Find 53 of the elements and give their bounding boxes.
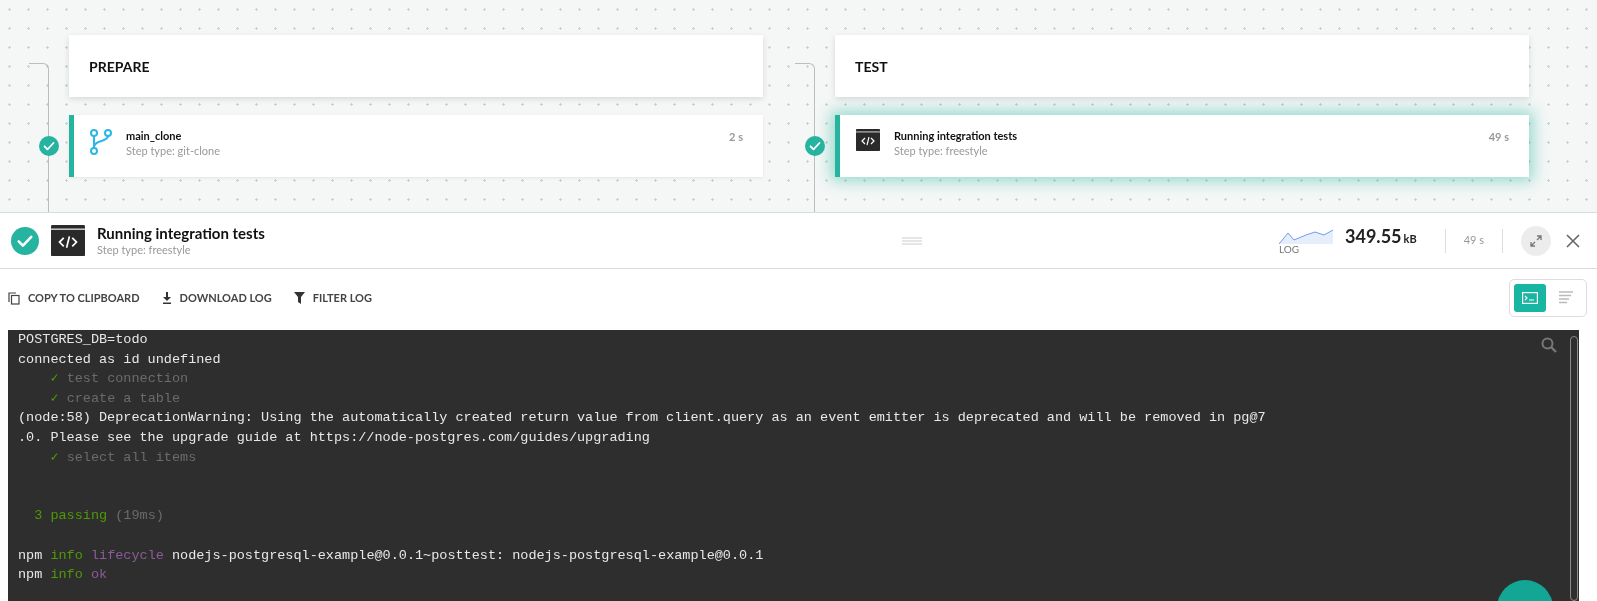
log-text: create a table: [65, 390, 181, 406]
toolbar-button[interactable]: DOWNLOAD LOG: [161, 289, 272, 307]
duration: 49 s: [1462, 232, 1485, 249]
step-duration: 49 s: [1488, 129, 1509, 145]
terminal-icon: [1522, 292, 1538, 304]
download-icon: [161, 292, 172, 304]
log-text: nodejs-postgresql-example@0.0.1~posttest: nodejs-postgresql-example@0.0.1: [170, 547, 764, 563]
log-text: test connection: [65, 371, 189, 387]
log-text: npm: [18, 547, 43, 563]
log-text: .0. Please see the upgrade guide at https://node-postgres.com/guides/upgrading: [18, 429, 650, 445]
log-text: (19ms): [114, 508, 164, 524]
expand-button[interactable]: [1521, 225, 1551, 256]
step-card[interactable]: main_clone Step type: git-clone 2 s: [69, 115, 763, 177]
log-text: info: [49, 547, 83, 563]
drag-handle-icon[interactable]: [901, 236, 922, 245]
step-title: Running integration tests: [97, 223, 265, 242]
text-lines-icon: [1559, 291, 1573, 305]
copy-icon: [8, 291, 20, 305]
filter-icon: [293, 292, 305, 304]
log-text: select all items: [65, 449, 197, 465]
step-type: Step type: git-clone: [126, 143, 221, 159]
log-text: npm: [18, 567, 43, 583]
log-text: 3 passing: [33, 508, 108, 524]
view-toggle-button[interactable]: [1514, 284, 1546, 312]
step-type: Step type: freestyle: [97, 242, 192, 258]
log-text: POSTGRES_DB=todo: [18, 332, 148, 347]
log-text: ✓: [49, 390, 59, 406]
log-text: lifecycle: [89, 547, 164, 563]
step-name: main_clone: [126, 129, 183, 143]
code-window-icon: [856, 129, 880, 152]
log-text: ✓: [49, 449, 59, 465]
log-size: 349.55: [1345, 224, 1402, 249]
log-label: LOG: [1279, 243, 1300, 254]
log-text: info: [49, 567, 83, 583]
sparkline-drawing: [1279, 227, 1334, 244]
log-text: connected as id undefined: [18, 351, 221, 367]
close-icon: [1566, 233, 1580, 248]
stage-title: TEST: [855, 56, 888, 77]
expand-icon: [1530, 234, 1542, 247]
toolbar-button[interactable]: FILTER LOG: [293, 289, 372, 307]
log-size-unit: kB: [1403, 231, 1417, 247]
branch-icon: [90, 129, 112, 155]
step-type: Step type: freestyle: [894, 143, 989, 159]
step-duration: 2 s: [729, 129, 743, 145]
stage-title: PREPARE: [89, 56, 150, 77]
log-text: ✓: [49, 371, 59, 387]
step-card[interactable]: Running integration tests Step type: freestyle 49 s: [835, 115, 1529, 177]
log-text: ok: [89, 567, 108, 583]
log-text: (node:58) DeprecationWarning: Using the automatically created return value from client.query as an event emitter is deprecated and will be removed in pg@7: [18, 410, 1266, 426]
toolbar-button[interactable]: COPY TO CLIPBOARD: [8, 289, 140, 307]
search-icon[interactable]: [1541, 337, 1557, 353]
code-window-icon: [51, 224, 85, 257]
step-name: Running integration tests: [894, 129, 1019, 143]
